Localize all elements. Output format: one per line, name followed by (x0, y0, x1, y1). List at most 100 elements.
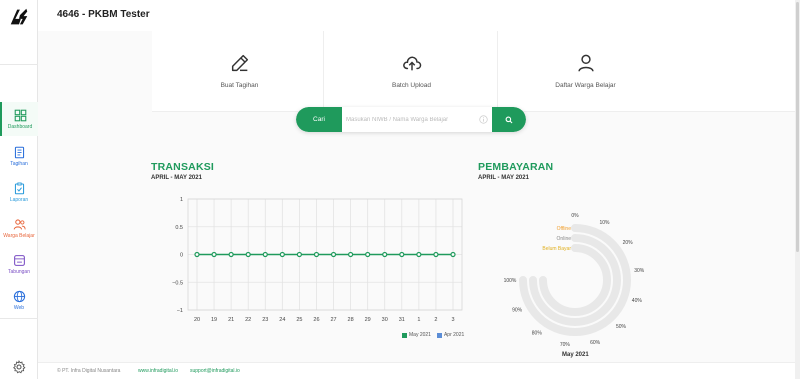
footer-email-link[interactable]: support@infradigital.io (190, 368, 240, 374)
scrollbar-thumb[interactable] (796, 2, 799, 252)
data-point[interactable] (399, 251, 405, 258)
data-point[interactable] (245, 251, 251, 258)
x-tick-label: 23 (262, 317, 268, 323)
x-tick-label: 3 (451, 317, 454, 323)
create-invoice-button[interactable]: Buat Tagihan (152, 31, 327, 112)
footer-website-link[interactable]: www.infradigital.io (138, 368, 178, 374)
ring-tick-label: 40% (632, 298, 643, 304)
users-icon (13, 218, 26, 230)
sidebar-item-label: Web (13, 304, 25, 311)
data-point[interactable] (279, 251, 285, 258)
x-tick-label: 2 (434, 317, 437, 323)
x-tick-label: 24 (279, 317, 285, 323)
search-icon (505, 116, 513, 123)
data-point[interactable] (348, 251, 354, 258)
pembayaran-period: APRIL - MAY 2021 (478, 175, 529, 181)
ring-tick-label: 50% (616, 324, 627, 330)
transaksi-legend: May 2021 Apr 2021 (402, 332, 464, 338)
ring-tick-label: 70% (560, 342, 571, 348)
transaksi-chart: 10.50−0.5−120 19 21 22 23 24 25 26 27 28 29 30 31 1 2 3 (172, 197, 463, 323)
x-tick-label: 25 (296, 317, 302, 323)
ring-tick-label: 100% (504, 278, 517, 284)
x-tick-label: 22 (245, 317, 251, 323)
y-tick-label: −1 (177, 308, 183, 314)
batch-upload-button[interactable]: Batch Upload (324, 31, 499, 112)
data-point[interactable] (296, 251, 302, 258)
footer-company: © PT. Infra Digital Nusantara (57, 368, 121, 374)
data-point[interactable] (450, 251, 456, 258)
data-point[interactable] (416, 251, 422, 258)
x-tick-label: 30 (382, 317, 388, 323)
data-point[interactable] (211, 251, 217, 258)
sidebar-item-laporan[interactable]: Laporan (0, 175, 38, 209)
ring-tick-label: 80% (532, 331, 543, 337)
user-icon (577, 54, 594, 72)
sidebar-divider (0, 64, 38, 65)
footer: © PT. Infra Digital Nusantara www.infrad… (38, 362, 795, 379)
cloud-upload-icon (402, 56, 421, 71)
x-tick-label: 26 (313, 317, 319, 323)
sidebar-item-label: Laporan (9, 196, 29, 203)
x-tick-label: 19 (211, 317, 217, 323)
search-label-button[interactable]: Cari (296, 107, 342, 132)
invoice-icon (14, 146, 24, 158)
transaksi-title: TRANSAKSI (151, 161, 215, 173)
y-tick-label: 1 (180, 197, 183, 203)
search-input[interactable] (346, 111, 478, 128)
x-tick-label: 20 (194, 317, 200, 323)
x-tick-label: 21 (228, 317, 234, 323)
sidebar-item-label: Dashboard (7, 123, 33, 130)
globe-icon (13, 290, 25, 302)
sidebar-item-warga-belajar[interactable]: Warga Belajar (0, 211, 38, 245)
data-point[interactable] (313, 251, 320, 258)
data-point[interactable] (330, 251, 337, 258)
legend-label: Apr 2021 (443, 332, 465, 338)
sidebar-item-label: Tabungan (8, 268, 30, 275)
savings-icon (13, 254, 25, 266)
sidebar-item-tabungan[interactable]: Tabungan (0, 247, 38, 281)
edit-icon (231, 54, 248, 72)
legend-swatch-apr (436, 332, 442, 338)
ring-tick-label: 60% (590, 340, 601, 346)
pembayaran-title: PEMBAYARAN (478, 161, 554, 173)
student-list-button[interactable]: Daftar Warga Belajar (498, 31, 673, 112)
logo[interactable] (0, 0, 38, 34)
data-point[interactable] (365, 251, 371, 258)
search-bar: Cari (296, 107, 526, 132)
top-bar (38, 0, 800, 31)
sidebar: Dashboard Tagihan Laporan Warga Belajar … (0, 0, 38, 379)
y-tick-label: 0 (180, 253, 183, 259)
x-tick-label: 29 (365, 317, 371, 323)
pembayaran-chart: Offline Online Belum Bayar 0% 10% 20% 30% 40% 50… (504, 213, 645, 348)
x-tick-label: 28 (348, 317, 354, 323)
data-point[interactable] (194, 251, 200, 258)
dashboard-icon (14, 109, 26, 121)
data-point[interactable] (433, 251, 439, 258)
ring-tick-label: 10% (600, 220, 611, 226)
legend-swatch-may (402, 332, 407, 338)
ring-track (539, 244, 611, 316)
gear-icon[interactable] (12, 360, 26, 374)
x-tick-label: 31 (399, 317, 405, 323)
sidebar-item-tagihan[interactable]: Tagihan (0, 139, 38, 173)
data-point[interactable] (382, 251, 388, 258)
sidebar-item-web[interactable]: Web (0, 283, 38, 317)
action-label: Buat Tagihan (220, 82, 259, 89)
info-icon (479, 115, 488, 124)
sidebar-divider (0, 318, 38, 319)
ring-tick-label: 20% (623, 240, 634, 246)
sidebar-item-dashboard[interactable]: Dashboard (0, 102, 38, 136)
page-title: 4646 - PKBM Tester (57, 9, 150, 20)
ring-tick-label: 30% (634, 268, 645, 274)
data-point[interactable] (228, 251, 234, 258)
search-button[interactable] (492, 107, 526, 132)
app-logo-icon (10, 8, 28, 25)
pembayaran-month: May 2021 (562, 352, 589, 358)
data-point[interactable] (262, 251, 268, 258)
x-tick-label: 1 (417, 317, 420, 323)
legend-label: May 2021 (409, 332, 431, 338)
action-label: Batch Upload (391, 82, 432, 89)
ring-track (519, 224, 631, 336)
ring-label: Offline (557, 226, 572, 232)
clipboard-icon (14, 182, 24, 194)
